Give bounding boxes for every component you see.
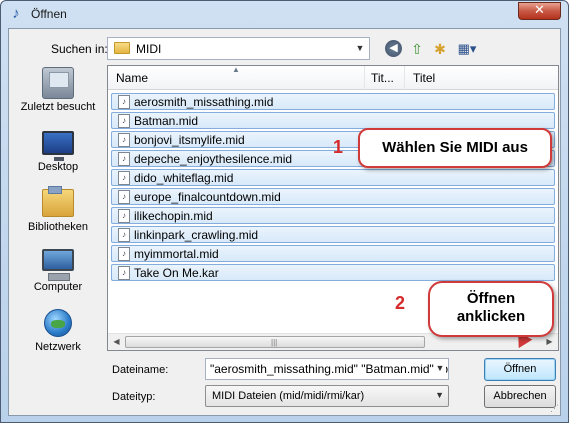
file-row[interactable]: ♪ aerosmith_missathing.mid: [111, 93, 555, 110]
file-name: Batman.mid: [134, 114, 199, 128]
up-folder-icon[interactable]: ⇧: [407, 39, 427, 59]
chevron-down-icon[interactable]: ▼: [434, 363, 446, 373]
file-row[interactable]: ♪ linkinpark_crawling.mid: [111, 226, 555, 243]
column-name[interactable]: ▲ Name: [108, 65, 365, 90]
views-menu-icon[interactable]: ▦▾: [454, 39, 480, 59]
new-folder-icon[interactable]: ✱: [430, 39, 450, 59]
places-bar: Zuletzt besucht Desktop Bibliotheken Com…: [9, 67, 107, 357]
music-file-icon: ♪: [118, 247, 130, 261]
network-icon: [44, 309, 72, 337]
callout-click-open: Öffnen anklicken: [428, 281, 554, 337]
filename-label: Dateiname:: [112, 364, 169, 376]
open-file-dialog: ♪ Öffnen ✕ Suchen in: MIDI ▼ ◀ ⇧ ✱ ▦▾ Zu…: [0, 0, 569, 423]
dialog-body: Suchen in: MIDI ▼ ◀ ⇧ ✱ ▦▾ Zuletzt besuc…: [8, 28, 561, 416]
file-name: depeche_enjoythesilence.mid: [134, 152, 293, 166]
column-titel[interactable]: Titel: [405, 66, 558, 90]
open-button[interactable]: Öffnen: [484, 358, 556, 381]
file-name: aerosmith_missathing.mid: [134, 95, 274, 109]
lookin-combo[interactable]: MIDI ▼: [107, 37, 370, 60]
music-file-icon: ♪: [118, 114, 130, 128]
file-row[interactable]: ♪ europe_finalcountdown.mid: [111, 188, 555, 205]
callout-select-midi: Wählen Sie MIDI aus: [358, 128, 552, 168]
filetype-select[interactable]: MIDI Dateien (mid/midi/rmi/kar) ▼: [205, 385, 449, 407]
scroll-left-icon[interactable]: ◀: [108, 334, 125, 350]
back-arrow-icon[interactable]: ◀: [385, 40, 402, 57]
file-row[interactable]: ♪ Batman.mid: [111, 112, 555, 129]
close-button[interactable]: ✕: [518, 2, 561, 20]
callout-line-1: Öffnen: [466, 290, 516, 307]
place-label: Bibliotheken: [28, 221, 88, 233]
recent-places-icon: [42, 67, 74, 99]
music-file-icon: ♪: [118, 171, 130, 185]
window-title: Öffnen: [31, 7, 67, 21]
computer-icon: [42, 249, 74, 281]
file-name: bonjovi_itsmylife.mid: [134, 133, 245, 147]
filetype-value: MIDI Dateien (mid/midi/rmi/kar): [212, 390, 365, 402]
file-name: ilikechopin.mid: [134, 209, 213, 223]
file-row[interactable]: ♪ myimmortal.mid: [111, 245, 555, 262]
place-network[interactable]: Netzwerk: [9, 307, 107, 367]
lookin-value: MIDI: [136, 42, 162, 56]
file-name: linkinpark_crawling.mid: [134, 228, 259, 242]
filetype-label: Dateityp:: [112, 391, 156, 403]
filename-input[interactable]: "aerosmith_missathing.mid" "Batman.mid" …: [205, 358, 449, 380]
column-header: ▲ Name Tit... Titel: [108, 65, 558, 90]
desktop-icon: [42, 131, 74, 161]
place-label: Netzwerk: [35, 341, 81, 353]
filename-value: "aerosmith_missathing.mid" "Batman.mid" …: [210, 362, 449, 376]
file-name: europe_finalcountdown.mid: [134, 190, 281, 204]
scroll-grip-icon: |||: [271, 338, 278, 347]
place-libraries[interactable]: Bibliotheken: [9, 186, 107, 247]
file-name: dido_whiteflag.mid: [134, 171, 234, 185]
place-recent[interactable]: Zuletzt besucht: [9, 67, 107, 127]
music-file-icon: ♪: [118, 152, 130, 166]
place-computer[interactable]: Computer: [9, 247, 107, 307]
sort-up-icon: ▲: [232, 65, 240, 74]
place-label: Zuletzt besucht: [20, 101, 96, 113]
file-name: myimmortal.mid: [134, 247, 219, 261]
step-number-1: 1: [333, 137, 344, 157]
cancel-button[interactable]: Abbrechen: [484, 385, 556, 408]
scrollbar-thumb[interactable]: |||: [125, 336, 425, 348]
music-file-icon: ♪: [118, 209, 130, 223]
chevron-down-icon: ▼: [355, 43, 365, 53]
chevron-down-icon: ▼: [435, 390, 444, 400]
file-row[interactable]: ♪ dido_whiteflag.mid: [111, 169, 555, 186]
music-note-icon: ♪: [12, 5, 20, 22]
file-row[interactable]: ♪ Take On Me.kar: [111, 264, 555, 281]
folder-icon: [114, 42, 130, 54]
music-file-icon: ♪: [118, 133, 130, 147]
resize-grip-icon[interactable]: ⋰: [550, 403, 559, 414]
music-file-icon: ♪: [118, 95, 130, 109]
title-bar[interactable]: ♪ Öffnen ✕: [1, 1, 568, 27]
lookin-label: Suchen in:: [51, 42, 108, 56]
column-name-label: Name: [116, 71, 149, 85]
file-name: Take On Me.kar: [134, 266, 219, 280]
step-number-2: 2: [395, 293, 406, 313]
place-desktop[interactable]: Desktop: [9, 127, 107, 187]
place-label: Computer: [33, 281, 83, 293]
music-file-icon: ♪: [118, 228, 130, 242]
place-label: Desktop: [37, 161, 79, 173]
music-file-icon: ♪: [118, 190, 130, 204]
column-tit[interactable]: Tit...: [365, 66, 405, 90]
music-file-icon: ♪: [118, 266, 130, 280]
file-row[interactable]: ♪ ilikechopin.mid: [111, 207, 555, 224]
callout-line-2: anklicken: [456, 308, 526, 325]
libraries-icon: [42, 186, 74, 217]
